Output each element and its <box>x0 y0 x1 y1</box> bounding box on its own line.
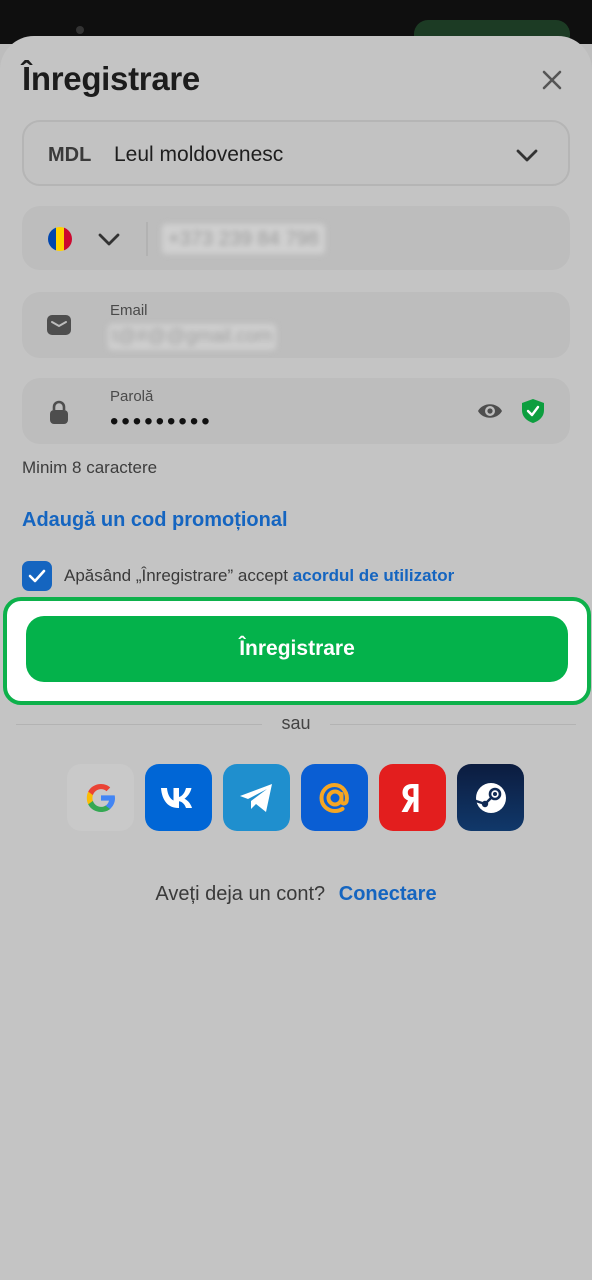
steam-icon <box>474 782 506 813</box>
promo-code-link[interactable]: Adaugă un cod promoțional <box>22 509 288 532</box>
shield-check-icon <box>522 399 544 423</box>
checkmark-icon <box>28 569 46 583</box>
google-icon <box>86 783 115 812</box>
currency-select[interactable]: MDL Leul moldovenesc <box>22 120 570 186</box>
password-label: Parolă <box>110 388 154 405</box>
or-divider-label: sau <box>281 713 311 733</box>
country-chevron-down-icon[interactable] <box>96 226 122 252</box>
phone-divider <box>146 222 148 256</box>
close-button[interactable] <box>534 62 570 98</box>
vk-login-button[interactable] <box>145 764 212 831</box>
google-login-button[interactable] <box>67 764 134 831</box>
phone-field[interactable]: +373 239 84 798 <box>22 206 570 270</box>
mail-login-button[interactable] <box>301 764 368 831</box>
yandex-login-button[interactable] <box>379 764 446 831</box>
password-input[interactable]: ••••••••• <box>110 408 213 436</box>
page-title: Înregistrare <box>22 60 200 97</box>
user-agreement-link[interactable]: acordul de utilizator <box>293 566 455 585</box>
camera-dot <box>76 26 84 34</box>
steam-login-button[interactable] <box>457 764 524 831</box>
vk-icon <box>160 787 192 808</box>
currency-name: Leul moldovenesc <box>114 143 284 166</box>
agreement-text: Apăsând „Înregistrare” accept acordul de… <box>64 566 454 586</box>
telegram-icon <box>239 783 272 812</box>
register-button[interactable]: Înregistrare <box>26 616 568 682</box>
login-prompt-row: Aveți deja un cont? Conectare <box>0 883 592 906</box>
close-icon <box>542 70 562 90</box>
email-label: Email <box>110 302 148 319</box>
yandex-icon <box>401 783 418 812</box>
moldova-flag-icon <box>48 227 72 251</box>
login-prompt: Aveți deja un cont? <box>155 883 326 905</box>
email-input[interactable]: t@#@@gmail.com <box>108 324 277 350</box>
envelope-icon <box>47 315 71 335</box>
telegram-login-button[interactable] <box>223 764 290 831</box>
password-hint: Minim 8 caractere <box>22 458 158 477</box>
email-field[interactable]: Email t@#@@gmail.com <box>22 292 570 358</box>
social-login-row <box>67 764 524 831</box>
phone-input[interactable]: +373 239 84 798 <box>162 224 325 254</box>
chevron-down-icon <box>516 149 538 162</box>
currency-code: MDL <box>48 144 92 166</box>
lock-icon <box>50 400 68 424</box>
password-field[interactable]: Parolă ••••••••• <box>22 378 570 444</box>
agreement-label: Apăsând „Înregistrare” accept <box>64 566 288 585</box>
mail-ru-icon <box>318 782 349 813</box>
login-link[interactable]: Conectare <box>339 883 437 905</box>
agreement-checkbox[interactable] <box>22 561 52 591</box>
eye-icon[interactable] <box>476 398 504 424</box>
